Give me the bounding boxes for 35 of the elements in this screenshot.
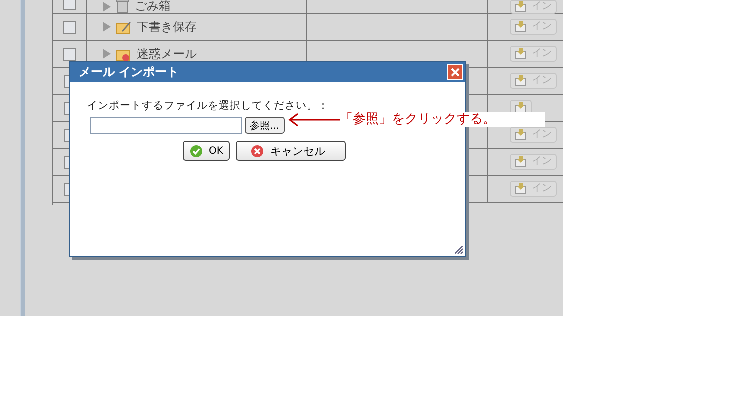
import-icon — [515, 75, 527, 87]
browse-button[interactable]: 参照... — [245, 117, 285, 134]
file-input-field[interactable] — [90, 117, 242, 134]
cancel-button[interactable]: キャンセル — [236, 141, 346, 161]
import-icon — [515, 48, 527, 60]
dialog-title: メール インポート — [79, 64, 180, 80]
close-button[interactable] — [447, 64, 463, 80]
close-icon — [450, 68, 460, 76]
folder-name[interactable]: 迷惑メール — [137, 48, 197, 60]
folder-name[interactable]: ごみ箱 — [135, 0, 171, 13]
import-icon — [515, 0, 527, 12]
pointer-arrow — [288, 112, 340, 126]
expand-arrow-icon[interactable] — [103, 22, 111, 32]
checkbox[interactable] — [63, 20, 76, 34]
prompt-label: インポートするファイルを選択してください。： — [87, 100, 329, 112]
checkbox[interactable] — [64, 128, 70, 142]
expand-arrow-icon[interactable] — [103, 2, 111, 12]
check-icon — [190, 144, 203, 158]
checkbox[interactable] — [64, 182, 70, 196]
edit-folder-icon — [116, 20, 132, 34]
checkbox[interactable] — [63, 0, 76, 10]
annotation-text: 「参照」をクリックする。 — [340, 112, 496, 127]
checkbox[interactable] — [63, 48, 76, 60]
ok-button[interactable]: OK — [183, 141, 230, 161]
cancel-icon — [251, 144, 264, 158]
checkbox[interactable] — [64, 102, 70, 114]
folder-name[interactable]: 下書き保存 — [137, 20, 197, 34]
import-icon — [515, 21, 527, 33]
checkbox[interactable] — [64, 156, 70, 168]
import-icon — [515, 156, 527, 168]
import-icon — [515, 129, 527, 141]
checkbox[interactable] — [64, 74, 70, 88]
import-icon — [515, 183, 527, 195]
expand-arrow-icon[interactable] — [103, 49, 111, 59]
resize-grip-icon[interactable] — [455, 246, 463, 254]
